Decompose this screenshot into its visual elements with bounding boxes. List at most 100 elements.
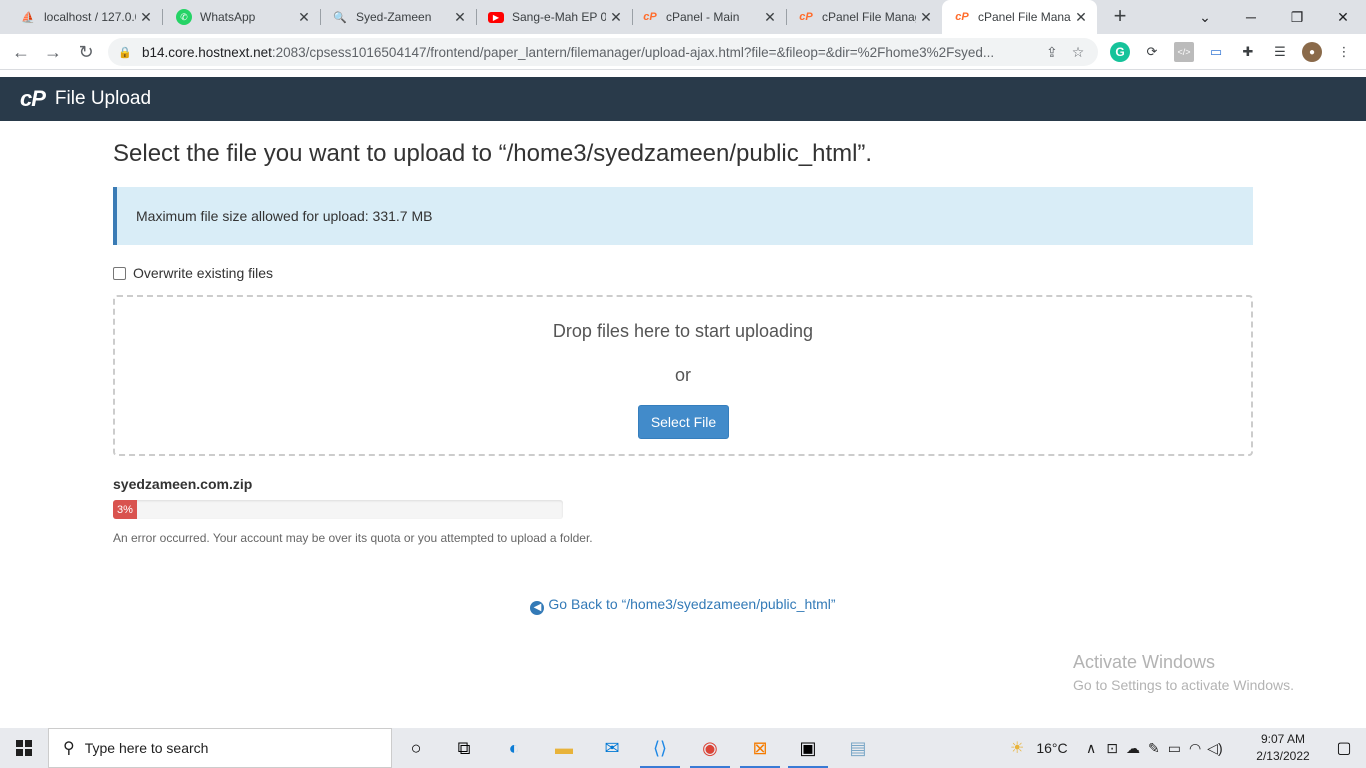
battery-icon[interactable]: ▭: [1168, 740, 1181, 757]
tab-youtube[interactable]: ▶ Sang-e-Mah EP 0 ✕: [468, 0, 632, 34]
start-button[interactable]: [0, 728, 48, 768]
grammarly-icon[interactable]: G: [1110, 42, 1130, 62]
tab-cpanel-main[interactable]: cP cPanel - Main ✕: [622, 0, 786, 34]
taskbar-search[interactable]: ⚲ Type here to search: [48, 728, 392, 768]
back-button[interactable]: ←: [8, 39, 34, 65]
close-icon: ✕: [1337, 8, 1349, 25]
camera-icon[interactable]: ⊡: [1106, 740, 1118, 757]
puzzle-icon[interactable]: ✚: [1238, 42, 1258, 62]
tab-localhost[interactable]: ⛵ localhost / 127.0.0 ✕: [0, 0, 162, 34]
tab-title: localhost / 127.0.0: [44, 10, 136, 24]
close-icon[interactable]: ✕: [136, 9, 156, 26]
minimize-button[interactable]: ─: [1228, 0, 1274, 34]
go-back-link[interactable]: ◀ Go Back to “/home3/syedzameen/public_ht…: [0, 596, 1366, 615]
new-tab-button[interactable]: +: [1108, 5, 1132, 29]
edge-icon[interactable]: ◐: [490, 728, 538, 768]
or-text: or: [674, 365, 691, 385]
reload-button[interactable]: ↻: [73, 39, 99, 65]
close-window-button[interactable]: ✕: [1320, 0, 1366, 34]
weather-icon: ☀: [1010, 740, 1025, 757]
tray-icons: ∧ ⊡ ☁ ✎ ▭ ◠ ◁): [1086, 728, 1223, 768]
whatsapp-icon: ✆: [176, 9, 192, 25]
select-file-button[interactable]: Select File: [638, 405, 729, 439]
browser-tab-strip: ⛵ localhost / 127.0.0 ✕ ✆ WhatsApp ✕ 🔍 S…: [0, 0, 1366, 34]
mail-icon[interactable]: ✉: [588, 728, 636, 768]
tab-cpanel-file-manager[interactable]: cP cPanel File Manag ✕: [778, 0, 942, 34]
file-dropzone[interactable]: Drop files here to start uploading or Se…: [113, 295, 1253, 456]
tab-whatsapp[interactable]: ✆ WhatsApp ✕: [156, 0, 320, 34]
cpanel-logo[interactable]: cP: [20, 86, 46, 112]
tab-syed-zameen[interactable]: 🔍 Syed-Zameen ✕: [312, 0, 476, 34]
overwrite-option[interactable]: Overwrite existing files: [113, 265, 273, 281]
url-path: :2083/cpsess1016504147/frontend/paper_la…: [271, 44, 995, 60]
youtube-icon: ▶: [488, 11, 504, 23]
drop-text: Drop files here to start uploading: [552, 321, 814, 341]
star-icon[interactable]: ☆: [1072, 44, 1085, 61]
vscode-icon[interactable]: ⟨⟩: [636, 728, 684, 768]
activate-windows-watermark: Activate Windows Go to Settings to activ…: [1073, 652, 1294, 693]
forward-button[interactable]: →: [40, 39, 66, 65]
tab-title: Syed-Zameen: [356, 10, 432, 24]
cloud-icon[interactable]: ☁: [1126, 740, 1140, 757]
search-icon: ⚲: [63, 740, 75, 757]
restore-button[interactable]: ❐: [1274, 0, 1320, 34]
tab-title: cPanel - Main: [666, 10, 740, 24]
cortana-icon[interactable]: ○: [392, 728, 440, 768]
reload-icon: ↻: [78, 42, 94, 62]
close-icon[interactable]: ✕: [450, 9, 470, 26]
more-menu-icon[interactable]: ⋮: [1334, 42, 1354, 62]
media-queue-icon[interactable]: ☰: [1270, 42, 1290, 62]
tab-search-button[interactable]: ⌄: [1182, 0, 1228, 34]
overwrite-checkbox[interactable]: [113, 266, 126, 280]
max-size-alert: Maximum file size allowed for upload: 33…: [113, 187, 1253, 245]
pen-icon[interactable]: ✎: [1148, 740, 1160, 757]
chevron-up-icon[interactable]: ∧: [1086, 740, 1096, 757]
weather-widget[interactable]: ☀ 16°C: [1010, 728, 1068, 768]
chrome-icon[interactable]: ◉: [686, 728, 734, 768]
phpmyadmin-icon: ⛵: [21, 11, 35, 24]
max-size-text: Maximum file size allowed for upload: 33…: [136, 208, 433, 224]
address-bar[interactable]: 🔒 b14.core.hostnext.net:2083/cpsess10165…: [108, 38, 1098, 66]
terminal-icon[interactable]: ▣: [784, 728, 832, 768]
notepad-icon[interactable]: ▤: [834, 728, 882, 768]
cpanel-header: cP File Upload: [0, 77, 1366, 121]
tab-cpanel-file-upload[interactable]: cP cPanel File Mana ✕: [942, 0, 1097, 34]
arrow-circle-left-icon: ◀: [530, 601, 545, 615]
device-extension-icon[interactable]: ▭: [1206, 42, 1226, 62]
taskbar-search-placeholder: Type here to search: [84, 740, 209, 756]
cpanel-icon: cP: [799, 11, 813, 23]
minimize-icon: ─: [1246, 9, 1256, 25]
upload-error-message: An error occurred. Your account may be o…: [113, 531, 593, 545]
close-icon[interactable]: ✕: [916, 9, 936, 26]
go-back-text[interactable]: Go Back to “/home3/syedzameen/public_htm…: [548, 596, 835, 612]
close-icon[interactable]: ✕: [294, 9, 314, 26]
notification-center-icon[interactable]: ▢: [1322, 728, 1366, 768]
taskbar-clock[interactable]: 9:07 AM 2/13/2022: [1248, 731, 1318, 765]
clock-time: 9:07 AM: [1260, 732, 1306, 746]
sync-extension-icon[interactable]: ⟳: [1142, 42, 1162, 62]
wifi-icon[interactable]: ◠: [1189, 740, 1201, 757]
file-explorer-icon[interactable]: ▬: [540, 728, 588, 768]
url-text: b14.core.hostnext.net:2083/cpsess1016504…: [142, 45, 1032, 60]
tab-title: Sang-e-Mah EP 0: [512, 10, 606, 24]
upload-filename: syedzameen.com.zip: [113, 476, 253, 492]
tab-title: WhatsApp: [200, 10, 256, 24]
upload-progress-bar: 3%: [113, 500, 137, 519]
close-icon[interactable]: ✕: [760, 9, 780, 26]
windows-taskbar: ⚲ Type here to search ○ ⧉ ◐ ▬ ✉ ⟨⟩ ◉ ⊠ ▣…: [0, 728, 1366, 768]
upload-progress: 3%: [113, 500, 563, 519]
page-title: File Upload: [54, 88, 152, 109]
search-doc-icon: 🔍: [333, 11, 347, 24]
profile-avatar[interactable]: ●: [1302, 42, 1322, 62]
xampp-icon[interactable]: ⊠: [736, 728, 784, 768]
code-extension-icon[interactable]: </>: [1174, 42, 1194, 62]
weather-temp: 16°C: [1036, 740, 1068, 756]
cpanel-icon: cP: [643, 11, 657, 23]
arrow-left-icon: ←: [12, 42, 30, 62]
tab-title: cPanel File Mana: [978, 10, 1071, 24]
close-icon[interactable]: ✕: [1071, 9, 1091, 26]
share-icon[interactable]: ⇪: [1046, 44, 1058, 61]
overwrite-label[interactable]: Overwrite existing files: [133, 265, 273, 281]
volume-icon[interactable]: ◁): [1207, 740, 1222, 757]
task-view-icon[interactable]: ⧉: [440, 728, 488, 768]
